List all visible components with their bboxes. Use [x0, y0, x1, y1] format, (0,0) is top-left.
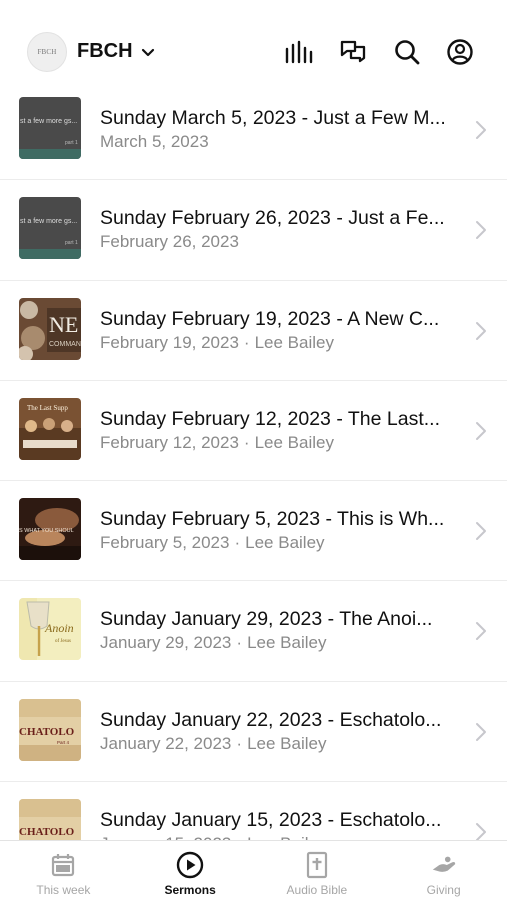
sermon-meta: February 5, 2023 · Lee Bailey	[100, 533, 325, 553]
thumbnail-title-text: st a few more gs...	[20, 118, 77, 125]
sermon-speaker: Lee Bailey	[254, 432, 334, 452]
tab-label: Giving	[426, 883, 461, 897]
sermon-meta: February 26, 2023	[100, 232, 239, 252]
sermon-date: January 29, 2023	[100, 633, 232, 653]
app-header: FBCH FBCH	[0, 0, 507, 90]
sermon-title: Sunday February 5, 2023 - This is Wh...	[100, 508, 445, 531]
thumbnail-subtitle-text: part 1	[65, 140, 78, 146]
thumbnail-subtitle-text: COMMAN	[49, 341, 81, 348]
search-icon[interactable]	[392, 37, 422, 67]
chevron-right-icon	[476, 622, 486, 641]
tab-sermons[interactable]: Sermons	[127, 841, 254, 900]
meta-separator: ·	[243, 432, 250, 452]
bible-icon	[303, 851, 331, 879]
sermon-thumbnail: S WHAT YOU SHOUL	[19, 498, 81, 561]
chevron-right-icon	[476, 321, 486, 340]
sermon-date: February 12, 2023	[100, 432, 239, 452]
sermon-thumbnail: st a few more gs... part 1	[19, 97, 81, 159]
sermon-speaker: Lee Bailey	[247, 733, 327, 753]
church-logo[interactable]: FBCH	[27, 32, 67, 72]
chevron-right-icon	[476, 522, 486, 541]
tab-bar: This week Sermons Audio Bible Giving	[0, 840, 507, 900]
sermon-title: Sunday February 19, 2023 - A New C...	[100, 307, 440, 330]
calendar-icon	[49, 851, 77, 879]
play-circle-icon	[176, 851, 204, 879]
chevron-right-icon	[476, 722, 486, 741]
meta-separator: ·	[234, 533, 241, 553]
tab-this-week[interactable]: This week	[0, 841, 127, 900]
sermon-meta: January 29, 2023 · Lee Bailey	[100, 633, 326, 653]
chevron-right-icon	[476, 421, 486, 440]
sermon-date: February 26, 2023	[100, 232, 239, 252]
sermon-title: Sunday January 22, 2023 - Eschatolo...	[100, 708, 442, 731]
sermon-date: March 5, 2023	[100, 132, 209, 151]
sermon-row[interactable]: CHATOLO Part 4 Sunday January 22, 2023 - …	[0, 682, 507, 783]
meta-separator: ·	[236, 733, 243, 753]
thumbnail-title-text: NE	[49, 312, 78, 337]
tab-label: This week	[36, 883, 91, 897]
sermon-date: February 19, 2023	[100, 332, 239, 352]
audio-bars-icon[interactable]	[284, 37, 314, 67]
meta-separator: ·	[243, 332, 250, 352]
profile-icon[interactable]	[445, 37, 475, 67]
sermon-row[interactable]: st a few more gs... part 1 Sunday March 5…	[0, 80, 507, 181]
sermon-row[interactable]: Anoin of Jesus Sunday January 29, 2023 - …	[0, 581, 507, 682]
sermon-thumbnail: CHATOLO	[19, 799, 81, 840]
sermon-title: Sunday January 29, 2023 - The Anoi...	[100, 608, 433, 631]
sermon-row[interactable]: st a few more gs... part 1 Sunday Februar…	[0, 180, 507, 281]
chevron-down-icon	[141, 48, 154, 56]
thumbnail-subtitle-text: of Jesus	[55, 639, 71, 644]
tab-label: Audio Bible	[286, 883, 348, 897]
thumbnail-subtitle-text: part 1	[65, 240, 78, 246]
sermon-thumbnail: Anoin of Jesus	[19, 598, 81, 661]
sermon-meta: February 19, 2023 · Lee Bailey	[100, 333, 334, 353]
thumbnail-title-text: S WHAT YOU SHOUL	[19, 528, 74, 534]
sermon-thumbnail: NE COMMAN	[19, 297, 81, 360]
sermon-meta: February 12, 2023 · Lee Bailey	[100, 433, 334, 453]
chevron-right-icon	[476, 221, 486, 240]
sermon-date: February 5, 2023	[100, 533, 230, 553]
sermon-speaker: Lee Bailey	[247, 633, 327, 653]
tab-label: Sermons	[164, 883, 216, 897]
tab-giving[interactable]: Giving	[380, 841, 507, 900]
sermon-date: January 22, 2023	[100, 733, 232, 753]
thumbnail-subtitle-text: Part 4	[57, 740, 70, 745]
sermon-speaker: Lee Bailey	[254, 332, 334, 352]
thumbnail-title-text: st a few more gs...	[20, 218, 77, 225]
sermon-meta: March 5, 2023	[100, 132, 209, 152]
sermon-row[interactable]: NE COMMAN Sunday February 19, 2023 - A Ne…	[0, 281, 507, 381]
sermon-thumbnail: st a few more gs... part 1	[19, 197, 81, 260]
sermon-list[interactable]: st a few more gs... part 1 Sunday March 5…	[0, 80, 507, 840]
chat-bubbles-icon[interactable]	[338, 37, 368, 67]
sermon-thumbnail: CHATOLO Part 4	[19, 698, 81, 761]
sermon-speaker: Lee Bailey	[245, 533, 325, 553]
org-switcher[interactable]: FBCH	[77, 40, 155, 63]
org-name: FBCH	[77, 40, 133, 62]
thumbnail-title-text: The Last Supp	[27, 404, 68, 412]
meta-separator: ·	[236, 633, 243, 653]
sermon-meta: January 22, 2023 · Lee Bailey	[100, 734, 326, 754]
chevron-right-icon	[476, 121, 486, 139]
giving-hand-icon	[430, 851, 458, 879]
sermon-title: Sunday January 15, 2023 - Eschatolo...	[100, 809, 442, 832]
sermon-title: Sunday March 5, 2023 - Just a Few M...	[100, 107, 446, 129]
sermon-title: Sunday February 26, 2023 - Just a Fe...	[100, 207, 445, 230]
sermon-thumbnail: The Last Supp	[19, 397, 81, 460]
sermon-row[interactable]: CHATOLO Sunday January 15, 2023 - Eschat…	[0, 782, 507, 840]
sermon-row[interactable]: The Last Supp Sunday February 12, 2023 - …	[0, 381, 507, 482]
thumbnail-title-text: CHATOLO	[19, 726, 75, 738]
logo-text: FBCH	[37, 48, 57, 56]
chevron-right-icon	[476, 823, 486, 840]
thumbnail-title-text: Anoin	[44, 621, 74, 635]
thumbnail-title-text: CHATOLO	[19, 826, 75, 838]
tab-audio-bible[interactable]: Audio Bible	[254, 841, 381, 900]
sermon-row[interactable]: S WHAT YOU SHOUL Sunday February 5, 2023 …	[0, 481, 507, 582]
sermon-title: Sunday February 12, 2023 - The Last...	[100, 407, 441, 430]
